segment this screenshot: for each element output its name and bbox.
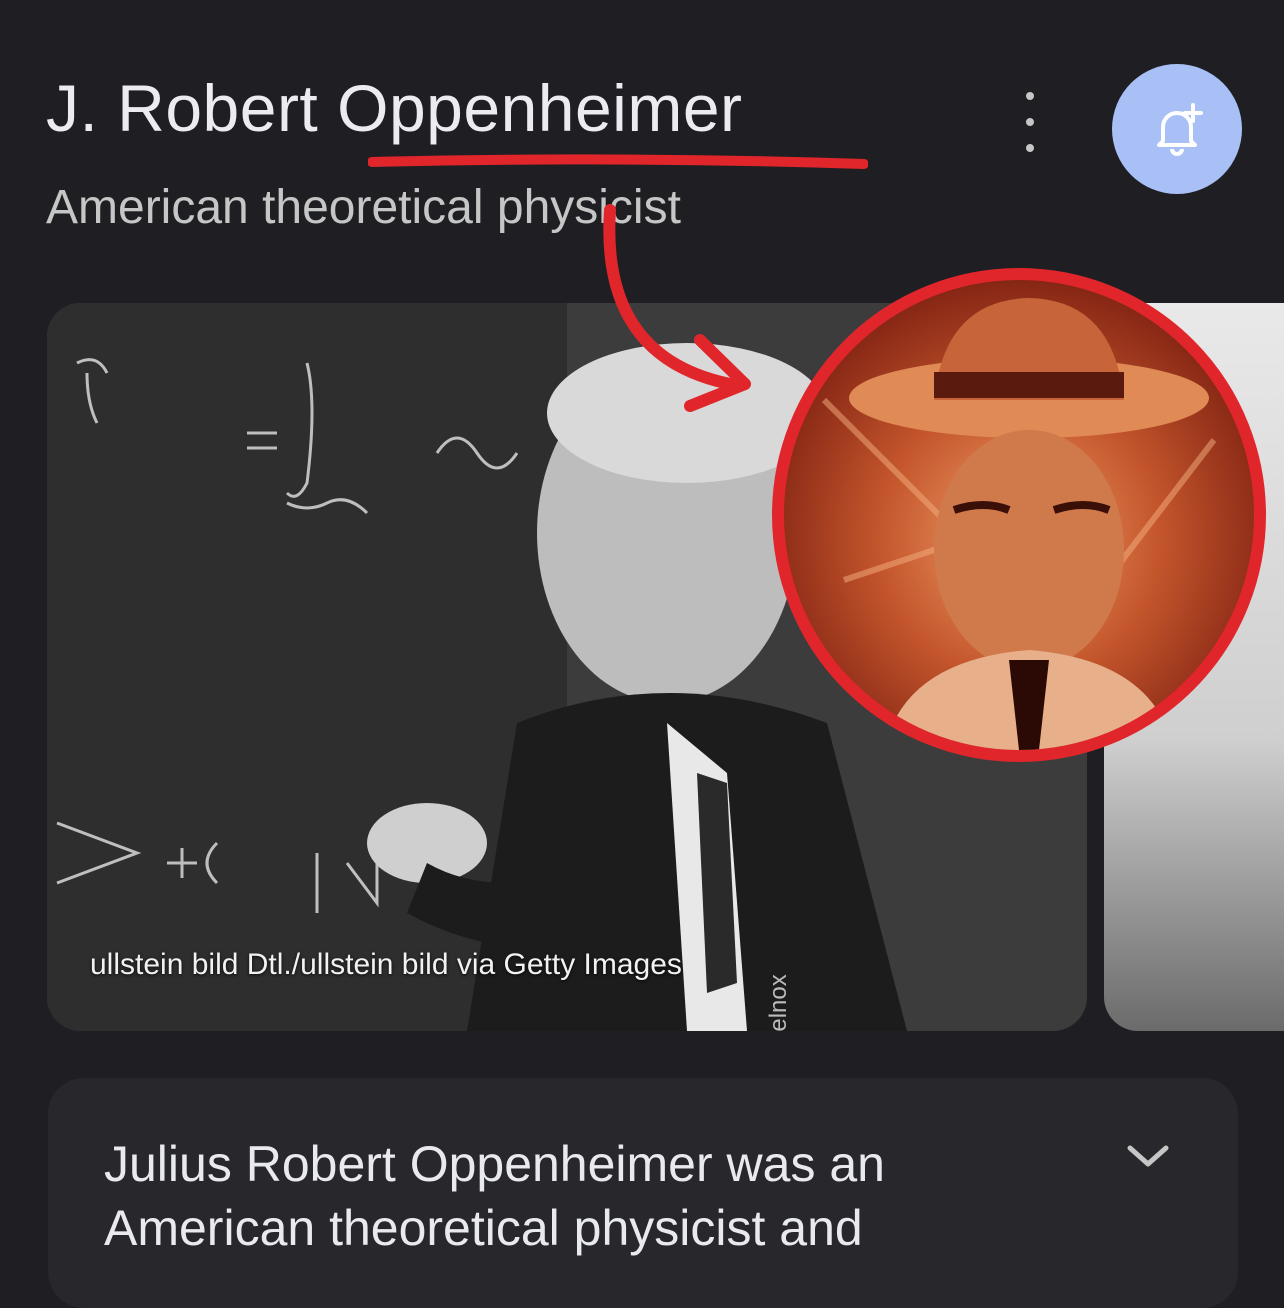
actor-portrait xyxy=(821,298,1217,750)
highlight-circle-portrait xyxy=(772,268,1266,762)
bell-plus-icon xyxy=(1157,103,1203,156)
follow-notification-button[interactable] xyxy=(1112,64,1242,194)
red-arrow-annotation xyxy=(603,204,751,412)
entity-title: J. Robert Oppenheimer xyxy=(46,71,743,145)
image-credit: ullstein bild Dtl./ullstein bild via Get… xyxy=(90,948,682,981)
red-underline-annotation xyxy=(368,154,868,169)
photo-watermark: gelnox xyxy=(765,974,792,1031)
chevron-down-icon[interactable] xyxy=(1124,1140,1172,1172)
more-options-icon[interactable] xyxy=(1012,92,1048,152)
description-text: Julius Robert Oppenheimer was an America… xyxy=(104,1136,885,1256)
